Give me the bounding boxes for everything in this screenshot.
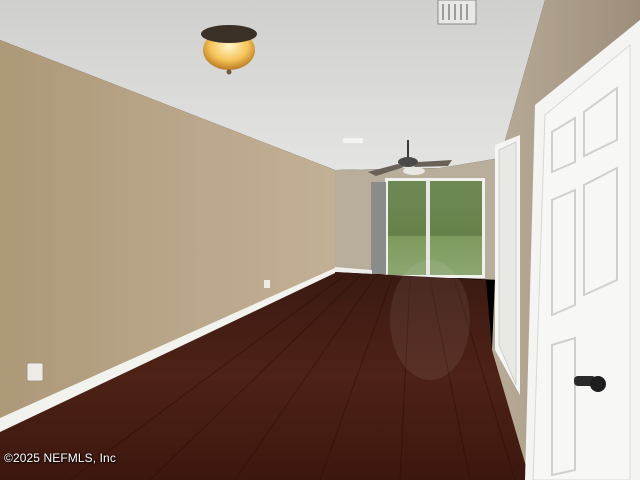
room-photo: ©2025 NEFMLS, Inc xyxy=(0,0,640,480)
ceiling-detector xyxy=(343,138,363,143)
floor-reflection xyxy=(390,260,470,380)
watermark-text: ©2025 NEFMLS, Inc xyxy=(4,451,116,465)
tree-line xyxy=(388,181,482,236)
outlet-icon-small xyxy=(264,280,270,288)
curtain xyxy=(371,182,386,274)
closet-door xyxy=(498,141,517,386)
air-vent-icon xyxy=(437,0,477,25)
outlet-icon xyxy=(26,362,44,382)
room-illustration xyxy=(0,0,640,480)
